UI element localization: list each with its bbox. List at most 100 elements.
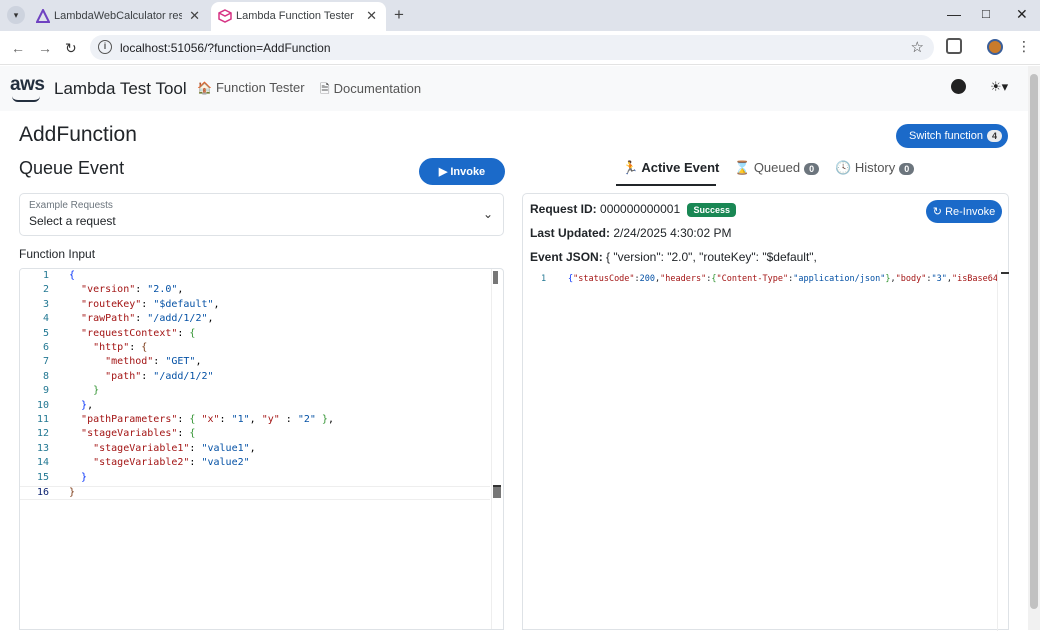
reload-icon[interactable]: ↻ (65, 40, 77, 57)
line-number: 4 (42, 313, 49, 325)
example-requests-value: Select a request (29, 214, 116, 228)
back-icon[interactable]: ← (11, 40, 25, 56)
hourglass-icon: ⌛ (734, 160, 751, 175)
page-scrollbar[interactable] (1028, 66, 1040, 630)
request-id: Request ID: 000000000001 Success (530, 202, 736, 217)
chevron-down-icon: ⌄ (482, 207, 493, 221)
aws-smile-icon (12, 96, 40, 102)
editor-scrollbar-thumb[interactable] (493, 271, 498, 284)
line-number: 16 (36, 487, 49, 498)
example-requests-select[interactable]: Example Requests Select a request ⌄ (19, 193, 504, 236)
editor-line[interactable]: 13 "stageVariable1": "value1", (20, 443, 490, 457)
runner-icon: 🏃 (622, 160, 639, 175)
editor-line[interactable]: 4 "rawPath": "/add/1/2", (20, 313, 490, 327)
page-title: AddFunction (19, 123, 137, 146)
editor-line[interactable]: 6 "http": { (20, 342, 490, 356)
brand-title[interactable]: Lambda Test Tool (54, 79, 187, 99)
editor-line[interactable]: 3 "routeKey": "$default", (20, 299, 490, 313)
browser-tabstrip: ▾ LambdaWebCalculator resources ✕ Lambda… (0, 0, 1040, 31)
home-icon: 🏠 (197, 81, 212, 95)
page-scrollbar-thumb[interactable] (1030, 74, 1038, 609)
editor-line-code: } (81, 471, 88, 483)
window-close-icon[interactable]: ✕ (1016, 6, 1028, 23)
editor-line[interactable]: 1{ (20, 270, 490, 284)
line-number: 11 (36, 414, 49, 425)
play-icon: ▶ (438, 166, 451, 178)
editor-line-code: "stageVariables": { (81, 428, 196, 440)
re-invoke-button[interactable]: ↻ Re-Invoke (926, 200, 1002, 223)
editor-line[interactable]: 9 } (20, 385, 490, 399)
clock-icon: 🕓 (835, 160, 852, 175)
address-bar[interactable]: i localhost:51056/?function=AddFunction … (90, 35, 934, 60)
site-info-icon[interactable]: i (98, 40, 112, 54)
line-number: 2 (42, 284, 49, 296)
response-json: {"statusCode":200,"headers":{"Content-Ty… (568, 274, 998, 284)
new-tab-button[interactable]: + (394, 5, 404, 25)
line-number: 8 (42, 370, 49, 382)
browser-menu-icon[interactable]: ⋮ (1017, 38, 1031, 55)
editor-line-code: { (69, 270, 76, 281)
nav-documentation[interactable]: 🗎 Documentation (320, 80, 421, 101)
maximize-icon[interactable]: □ (982, 6, 990, 21)
queue-event-title: Queue Event (19, 158, 125, 178)
editor-line[interactable]: 8 "path": "/add/1/2" (20, 371, 490, 385)
invoke-button[interactable]: ▶ Invoke (419, 158, 505, 185)
example-requests-label: Example Requests (29, 200, 113, 211)
line-number: 7 (42, 356, 49, 368)
response-scrollbar-thumb[interactable] (1001, 272, 1009, 274)
line-number: 12 (36, 428, 49, 440)
extensions-icon[interactable] (946, 38, 962, 54)
tab-active-event[interactable]: 🏃 Active Event (622, 160, 719, 176)
browser-tab-tester[interactable]: Lambda Function Tester ✕ (211, 2, 386, 31)
aws-logo[interactable]: aws (10, 74, 45, 96)
editor-line[interactable]: 10 }, (20, 400, 490, 414)
browser-tab-title: LambdaWebCalculator resources (54, 10, 182, 22)
cube-icon (218, 9, 232, 23)
editor-line[interactable]: 7 "method": "GET", (20, 356, 490, 370)
line-number: 9 (42, 385, 49, 397)
editor-line-code: "stageVariable2": "value2" (93, 457, 250, 469)
url-text: localhost:51056/?function=AddFunction (120, 41, 331, 55)
browser-tab-resources[interactable]: LambdaWebCalculator resources ✕ (29, 2, 209, 31)
line-number: 1 (42, 270, 49, 281)
editor-line[interactable]: 12 "stageVariables": { (20, 428, 490, 442)
editor-line-code: "path": "/add/1/2" (105, 370, 214, 382)
editor-line[interactable]: 2 "version": "2.0", (20, 284, 490, 298)
close-icon[interactable]: ✕ (189, 8, 200, 24)
profile-avatar[interactable] (987, 39, 1003, 55)
bookmark-star-icon[interactable]: ☆ (911, 38, 924, 56)
editor-line-code: "routeKey": "$default", (81, 298, 220, 310)
line-number: 10 (36, 399, 49, 411)
active-event-card: Request ID: 000000000001 Success ↻ Re-In… (522, 193, 1010, 631)
editor-line-code: } (69, 487, 76, 498)
minimize-icon[interactable]: — (947, 6, 961, 22)
nav-function-tester[interactable]: 🏠 Function Tester (197, 80, 305, 95)
editor-line[interactable]: 15 } (20, 472, 490, 486)
triangle-icon (36, 9, 50, 23)
editor-line-code: "requestContext": { (81, 327, 196, 339)
editor-line[interactable]: 16} (20, 486, 490, 501)
close-icon[interactable]: ✕ (366, 8, 377, 24)
tab-queued[interactable]: ⌛ Queued 0 (734, 160, 820, 176)
browser-toolbar: ← → ↻ i localhost:51056/?function=AddFun… (0, 31, 1040, 65)
editor-line-code: "stageVariable1": "value1", (93, 442, 256, 454)
response-viewer[interactable]: 1 {"statusCode":200,"headers":{"Content-… (523, 270, 1010, 631)
function-input-editor[interactable]: 1{2 "version": "2.0", 3 "routeKey": "$def… (19, 268, 504, 630)
queued-count-badge: 0 (804, 163, 820, 175)
editor-line[interactable]: 5 "requestContext": { (20, 328, 490, 342)
editor-line[interactable]: 11 "pathParameters": { "x": "1", "y" : "… (20, 414, 490, 428)
event-json: Event JSON: { "version": "2.0", "routeKe… (530, 250, 817, 264)
editor-line[interactable]: 14 "stageVariable2": "value2" (20, 457, 490, 471)
github-icon[interactable] (951, 79, 966, 94)
response-scrollbar[interactable] (997, 270, 1009, 631)
tab-search-icon[interactable]: ▾ (7, 6, 25, 24)
app-navbar: aws Lambda Test Tool 🏠 Function Tester 🗎 D… (0, 66, 1028, 111)
switch-function-button[interactable]: Switch function 4 (896, 124, 1008, 148)
forward-icon[interactable]: → (38, 40, 52, 56)
tab-history[interactable]: 🕓 History 0 (835, 160, 915, 176)
editor-scrollbar[interactable] (491, 269, 503, 629)
theme-toggle-icon[interactable]: ☀▾ (990, 79, 1008, 95)
active-tab-underline (616, 184, 716, 186)
editor-line-code: }, (81, 399, 94, 411)
line-number: 13 (36, 442, 49, 454)
